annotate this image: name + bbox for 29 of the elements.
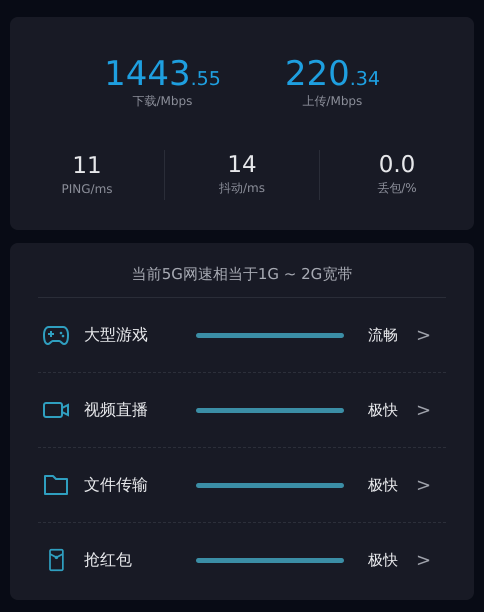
metric-value: 0.0 [378, 152, 416, 178]
rating-text: 极快 [368, 476, 398, 494]
metric-label: 抖动/ms [219, 180, 265, 198]
chevron-icon: > [416, 550, 432, 570]
scenario-name: 大型游戏 [84, 324, 149, 346]
speed-value: 1443.55 [104, 57, 221, 91]
scenario-row[interactable]: 视频直播 极快 > [38, 373, 446, 447]
scenario-row[interactable]: 文件传输 极快 > [38, 448, 446, 522]
speed-value: 220.34 [284, 57, 380, 91]
chevron-icon: > [416, 400, 432, 420]
speed-label: 下载/Mbps [132, 93, 192, 110]
scenario-row[interactable]: 大型游戏 流畅 > [38, 298, 446, 372]
metric-label: 丢包/% [377, 180, 417, 198]
scenario-name: 视频直播 [84, 400, 149, 420]
chevron-icon: > [416, 324, 432, 346]
metric-label: PING/ms [61, 182, 113, 196]
rating-text: 极快 [368, 550, 398, 570]
chevron-icon: > [416, 474, 432, 496]
speed-label: 上传/Mbps [302, 93, 362, 110]
scenario-row[interactable]: 抢红包 极快 > [38, 523, 446, 597]
rating-text: 极快 [368, 400, 398, 420]
scenario-name: 文件传输 [84, 474, 149, 496]
folder-icon [42, 473, 70, 497]
metric-value: 11 [72, 154, 102, 180]
summary-text: 当前5G网速相当于1G ~ 2G宽带 [130, 264, 354, 285]
metric-value: 14 [227, 152, 257, 178]
scenario-name: 抢红包 [84, 550, 133, 570]
rating-text: 流畅 [368, 326, 398, 344]
gamepad-icon [42, 323, 70, 347]
